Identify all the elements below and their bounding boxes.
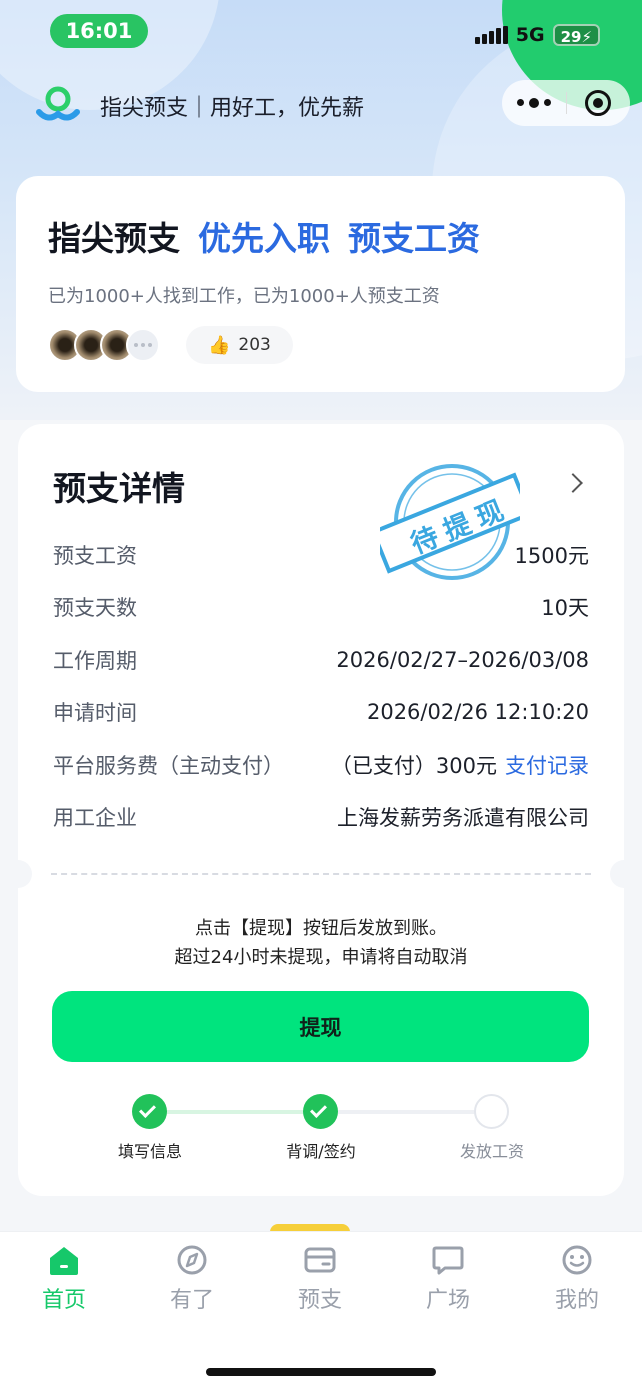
row-advance-amount: 预支工资 1500元 — [53, 540, 589, 570]
progress-steps: 填写信息 背调/签约 发放工资 — [18, 1094, 624, 1164]
step-connector — [166, 1110, 323, 1114]
divider-notch — [4, 860, 32, 888]
tab-bar: 首页 有了 预支 广场 我的 — [0, 1231, 642, 1389]
tab-youle[interactable]: 有了 — [137, 1244, 247, 1314]
chevron-right-icon[interactable] — [563, 473, 583, 493]
step-connector — [338, 1110, 488, 1114]
network-type: 5G — [515, 24, 545, 46]
tab-mine[interactable]: 我的 — [522, 1244, 632, 1314]
advance-detail-card: 预支详情 待提现 预支工资 1500元 预支天数 10天 工作周期 2026/0… — [4, 424, 638, 1196]
tab-label: 我的 — [554, 1288, 599, 1313]
row-label: 预支天数 — [53, 596, 137, 620]
notice-line-1: 点击【提现】按钮后发放到账。 — [195, 918, 447, 939]
tab-advance[interactable]: 预支 — [265, 1244, 375, 1314]
intro-highlight-2: 预支工资 — [348, 219, 480, 258]
tab-home[interactable]: 首页 — [9, 1244, 119, 1314]
wallet-icon — [304, 1247, 336, 1273]
step-label: 发放工资 — [459, 1142, 524, 1161]
step-label: 填写信息 — [117, 1142, 182, 1161]
row-employer: 用工企业 上海发薪劳务派遣有限公司 — [53, 802, 589, 832]
row-work-period: 工作周期 2026/02/27–2026/03/08 — [53, 645, 589, 675]
payment-record-link[interactable]: 支付记录 — [505, 754, 589, 778]
dashed-divider — [51, 873, 591, 875]
row-service-fee: 平台服务费（主动支付） （已支付）300元 支付记录 — [53, 750, 589, 780]
tab-label: 预支 — [297, 1288, 342, 1313]
row-advance-days: 预支天数 10天 — [53, 592, 589, 622]
row-label: 用工企业 — [53, 806, 137, 830]
intro-subtitle: 已为1000+人找到工作，已为1000+人预支工资 — [48, 286, 440, 307]
status-indicators: 5G 29⚡ — [474, 24, 600, 46]
row-value: 10天 — [541, 596, 589, 620]
row-label: 工作周期 — [53, 649, 137, 673]
detail-title: 预支详情 — [53, 469, 185, 508]
intro-highlight-1: 优先入职 — [198, 219, 330, 258]
battery-icon: 29⚡ — [552, 24, 600, 46]
signal-icon — [474, 26, 508, 44]
row-value: 2026/02/26 12:10:20 — [366, 700, 589, 724]
avatar-group — [48, 328, 160, 362]
row-label: 预支工资 — [53, 544, 137, 568]
row-value: （已支付）300元 — [330, 754, 497, 778]
tab-square[interactable]: 广场 — [393, 1244, 503, 1314]
chat-icon — [432, 1246, 464, 1275]
row-label: 申请时间 — [53, 701, 137, 725]
smile-icon — [562, 1245, 592, 1275]
close-miniprogram-button[interactable] — [567, 90, 631, 116]
step-2-check-icon — [303, 1094, 338, 1129]
step-1-check-icon — [132, 1094, 167, 1129]
tab-label: 首页 — [41, 1288, 86, 1313]
row-apply-time: 申请时间 2026/02/26 12:10:20 — [53, 697, 589, 727]
intro-card: 指尖预支 优先入职 预支工资 已为1000+人找到工作，已为1000+人预支工资… — [16, 176, 625, 392]
more-icon[interactable] — [502, 97, 566, 108]
battery-level: 29 — [560, 28, 582, 46]
notice-line-2: 超过24小时未提现，申请将自动取消 — [174, 947, 468, 968]
row-value: 2026/02/27–2026/03/08 — [336, 648, 589, 672]
thumbs-up-icon: 👍 — [208, 334, 231, 356]
divider-notch — [610, 860, 638, 888]
like-count: 203 — [238, 335, 271, 355]
intro-headline: 指尖预支 优先入职 预支工资 — [48, 212, 593, 260]
step-3-circle-icon — [474, 1094, 509, 1129]
row-value-group: （已支付）300元 支付记录 — [331, 750, 589, 780]
tab-label: 广场 — [425, 1288, 470, 1313]
status-time: 16:01 — [50, 14, 148, 48]
step-label: 背调/签约 — [286, 1142, 356, 1161]
social-proof: 👍 203 — [48, 326, 593, 364]
app-title: 指尖预支｜用好工，优先薪 — [100, 96, 365, 121]
logo-icon — [36, 86, 80, 126]
compass-icon — [177, 1245, 207, 1275]
miniprogram-capsule — [502, 80, 630, 126]
home-icon — [50, 1247, 78, 1275]
tab-label: 有了 — [169, 1288, 214, 1313]
withdraw-button[interactable]: 提现 — [52, 991, 589, 1062]
intro-brand: 指尖预支 — [48, 219, 180, 258]
target-icon — [585, 90, 612, 116]
more-avatars-icon — [126, 328, 160, 362]
home-indicator — [206, 1368, 436, 1376]
row-value: 1500元 — [514, 544, 589, 568]
like-button[interactable]: 👍 203 — [186, 326, 293, 364]
app-header: 指尖预支｜用好工，优先薪 — [36, 86, 364, 126]
row-value: 上海发薪劳务派遣有限公司 — [337, 806, 589, 830]
row-label: 平台服务费（主动支付） — [53, 754, 284, 778]
